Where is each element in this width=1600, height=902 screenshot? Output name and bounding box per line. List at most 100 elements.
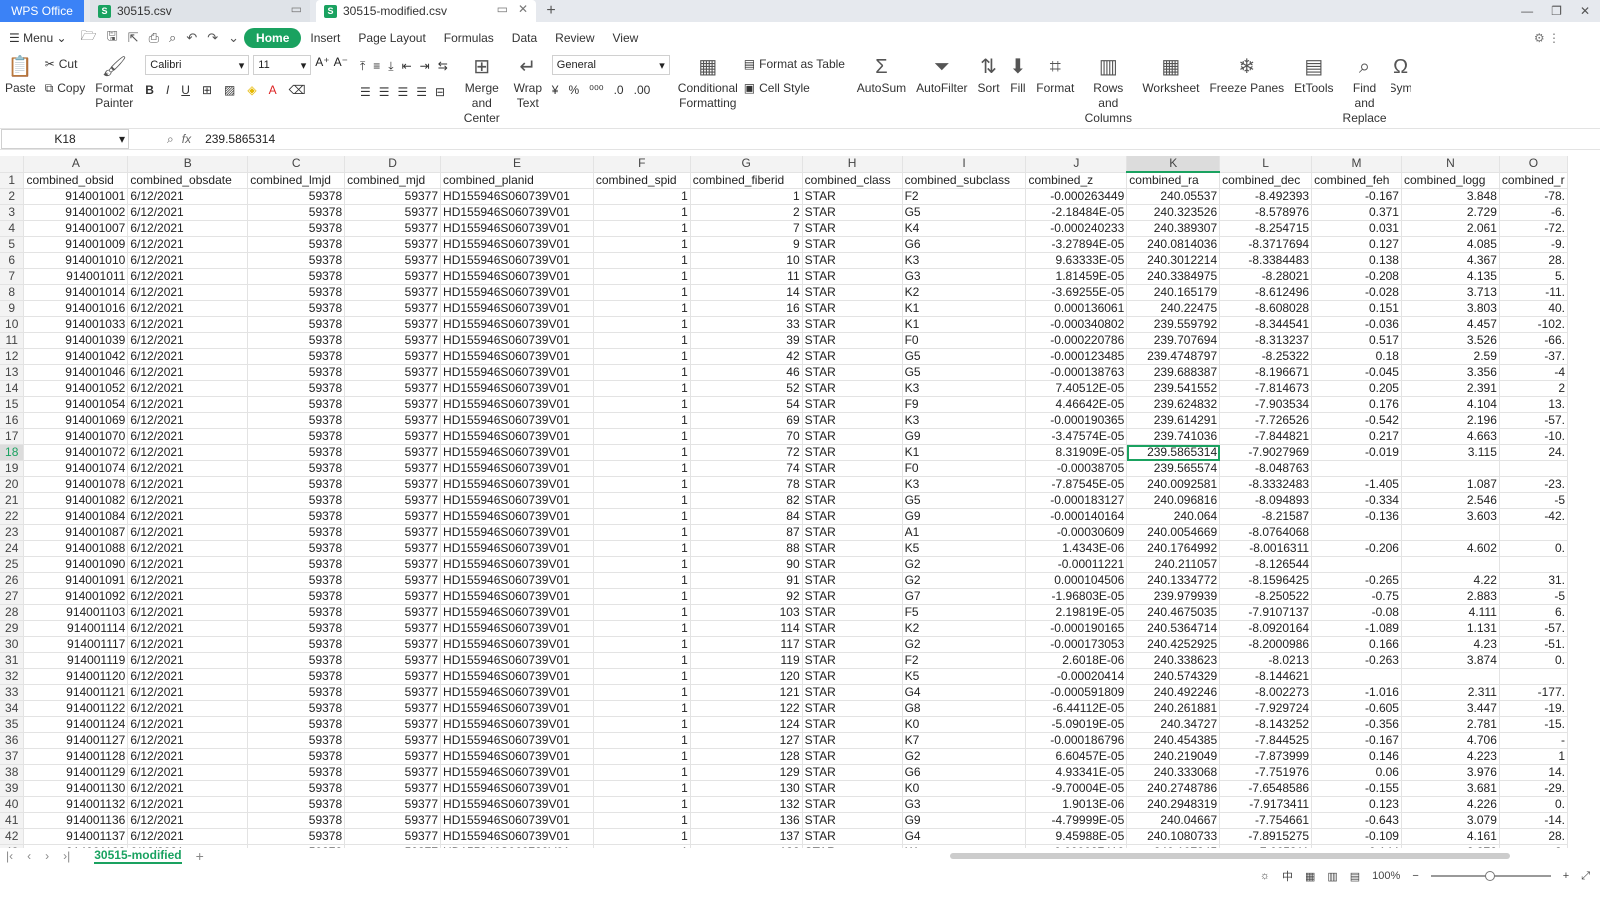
close-icon[interactable]: ✕ <box>518 2 528 16</box>
cell[interactable]: 59377 <box>344 332 442 349</box>
cell[interactable]: 3.079 <box>1401 812 1500 829</box>
row-header[interactable]: 26 <box>0 572 25 589</box>
cell[interactable]: STAR <box>802 604 903 621</box>
align-middle-icon[interactable]: ≡ <box>373 59 380 73</box>
cell[interactable]: STAR <box>802 476 903 493</box>
cell[interactable]: 6/12/2021 <box>127 524 249 541</box>
print-preview-icon[interactable]: ⌕ <box>164 30 181 46</box>
cell[interactable]: 72 <box>690 444 803 461</box>
cell[interactable]: STAR <box>802 204 903 221</box>
cell[interactable]: 1 <box>593 236 691 253</box>
cell[interactable]: -0.045 <box>1311 364 1402 381</box>
cell[interactable]: -8.126544 <box>1219 556 1313 573</box>
column-header[interactable]: M <box>1311 156 1402 173</box>
cell[interactable]: 2.311 <box>1401 684 1500 701</box>
cell[interactable]: 59377 <box>344 380 442 397</box>
symbol-button[interactable]: Ω Sym <box>1391 53 1411 96</box>
cell[interactable]: 121 <box>690 684 803 701</box>
cell[interactable]: 1 <box>593 476 691 493</box>
cell[interactable]: 1.131 <box>1401 620 1500 637</box>
cell[interactable]: K1 <box>902 444 1027 461</box>
cell[interactable]: STAR <box>802 364 903 381</box>
cell[interactable]: HD155946S060739V01 <box>440 812 594 829</box>
cell[interactable]: -8.0213 <box>1219 652 1313 669</box>
cell[interactable]: 2.59 <box>1401 348 1500 365</box>
cell[interactable]: 914001001 <box>23 188 129 205</box>
cell[interactable]: 239.979939 <box>1126 588 1221 605</box>
cell[interactable]: 0. <box>1499 652 1568 669</box>
cell[interactable]: 59377 <box>344 748 442 765</box>
cell[interactable] <box>1499 556 1568 573</box>
cell[interactable]: K1 <box>902 316 1027 333</box>
tab-data[interactable]: Data <box>503 31 546 45</box>
cell[interactable]: HD155946S060739V01 <box>440 604 594 621</box>
cell[interactable]: 914001014 <box>23 284 129 301</box>
cell[interactable]: K2 <box>902 620 1027 637</box>
decrease-decimal-icon[interactable]: .00 <box>634 83 651 97</box>
cell[interactable]: 1 <box>593 636 691 653</box>
page-layout-view-icon[interactable]: ▥ <box>1327 870 1337 883</box>
cell[interactable] <box>1311 524 1402 541</box>
cell[interactable]: 914001119 <box>23 652 129 669</box>
cell[interactable]: HD155946S060739V01 <box>440 588 594 605</box>
row-header[interactable]: 19 <box>0 460 25 477</box>
row-header[interactable]: 25 <box>0 556 25 573</box>
cell[interactable]: 240.22475 <box>1126 300 1221 317</box>
customize-icon[interactable]: ⌄ <box>223 30 244 46</box>
cell[interactable]: 6/12/2021 <box>127 268 249 285</box>
cell[interactable]: 69 <box>690 412 803 429</box>
cell[interactable]: HD155946S060739V01 <box>440 332 594 349</box>
cell[interactable]: HD155946S060739V01 <box>440 540 594 557</box>
column-header[interactable]: O <box>1499 156 1568 173</box>
cell[interactable]: -0.167 <box>1311 732 1402 749</box>
cell[interactable] <box>1311 556 1402 573</box>
cell[interactable]: 59378 <box>247 716 346 733</box>
cell[interactable]: 4.226 <box>1401 796 1500 813</box>
cell[interactable]: HD155946S060739V01 <box>440 220 594 237</box>
cell[interactable]: HD155946S060739V01 <box>440 396 594 413</box>
cell[interactable]: 6/12/2021 <box>127 364 249 381</box>
cell[interactable]: HD155946S060739V01 <box>440 764 594 781</box>
cell[interactable]: G2 <box>902 748 1027 765</box>
cell[interactable]: 6/12/2021 <box>127 828 249 845</box>
cell[interactable]: 3.603 <box>1401 508 1500 525</box>
cell[interactable]: -0.000340802 <box>1025 316 1128 333</box>
cell[interactable]: 59378 <box>247 540 346 557</box>
wrap-text-button[interactable]: ↵ Wrap Text <box>510 53 546 111</box>
cell[interactable]: 240.04667 <box>1126 812 1221 829</box>
cell[interactable]: 1 <box>593 604 691 621</box>
cell[interactable]: 59378 <box>247 652 346 669</box>
row-header[interactable]: 13 <box>0 364 25 381</box>
cell[interactable]: 59377 <box>344 204 442 221</box>
cell[interactable]: 33 <box>690 316 803 333</box>
cell[interactable]: 240.3012214 <box>1126 252 1221 269</box>
new-tab-button[interactable]: + <box>536 0 566 22</box>
cell[interactable]: 6/12/2021 <box>127 252 249 269</box>
outdent-icon[interactable]: ⇥ <box>420 59 430 73</box>
cell[interactable]: -0.643 <box>1311 812 1402 829</box>
cell[interactable]: G6 <box>902 236 1027 253</box>
cell[interactable]: 9 <box>690 236 803 253</box>
cell[interactable]: 240.389307 <box>1126 220 1221 237</box>
cell[interactable]: 6/12/2021 <box>127 348 249 365</box>
cell[interactable]: -3.69255E-05 <box>1025 284 1128 301</box>
cell[interactable]: 6/12/2021 <box>127 588 249 605</box>
cell[interactable]: 59377 <box>344 220 442 237</box>
cell[interactable]: -8.254715 <box>1219 220 1313 237</box>
sheet-tab-30515-modified[interactable]: 30515-modified <box>94 848 182 864</box>
row-header[interactable]: 18 <box>0 444 25 461</box>
cell[interactable]: 59378 <box>247 700 346 717</box>
cell[interactable]: STAR <box>802 508 903 525</box>
cell[interactable]: 9.63333E-05 <box>1025 252 1128 269</box>
format-as-table-button[interactable]: ▤ Format as Table <box>744 53 848 75</box>
cell[interactable]: 914001070 <box>23 428 129 445</box>
cell[interactable]: -9.70004E-05 <box>1025 780 1128 797</box>
cell[interactable]: 59377 <box>344 492 442 509</box>
cell[interactable]: 59377 <box>344 796 442 813</box>
bold-icon[interactable]: B <box>145 83 154 97</box>
cell[interactable]: 914001002 <box>23 204 129 221</box>
row-header[interactable]: 8 <box>0 284 25 301</box>
cell[interactable]: HD155946S060739V01 <box>440 572 594 589</box>
cell[interactable]: 52 <box>690 380 803 397</box>
select-all-corner[interactable] <box>0 156 25 173</box>
